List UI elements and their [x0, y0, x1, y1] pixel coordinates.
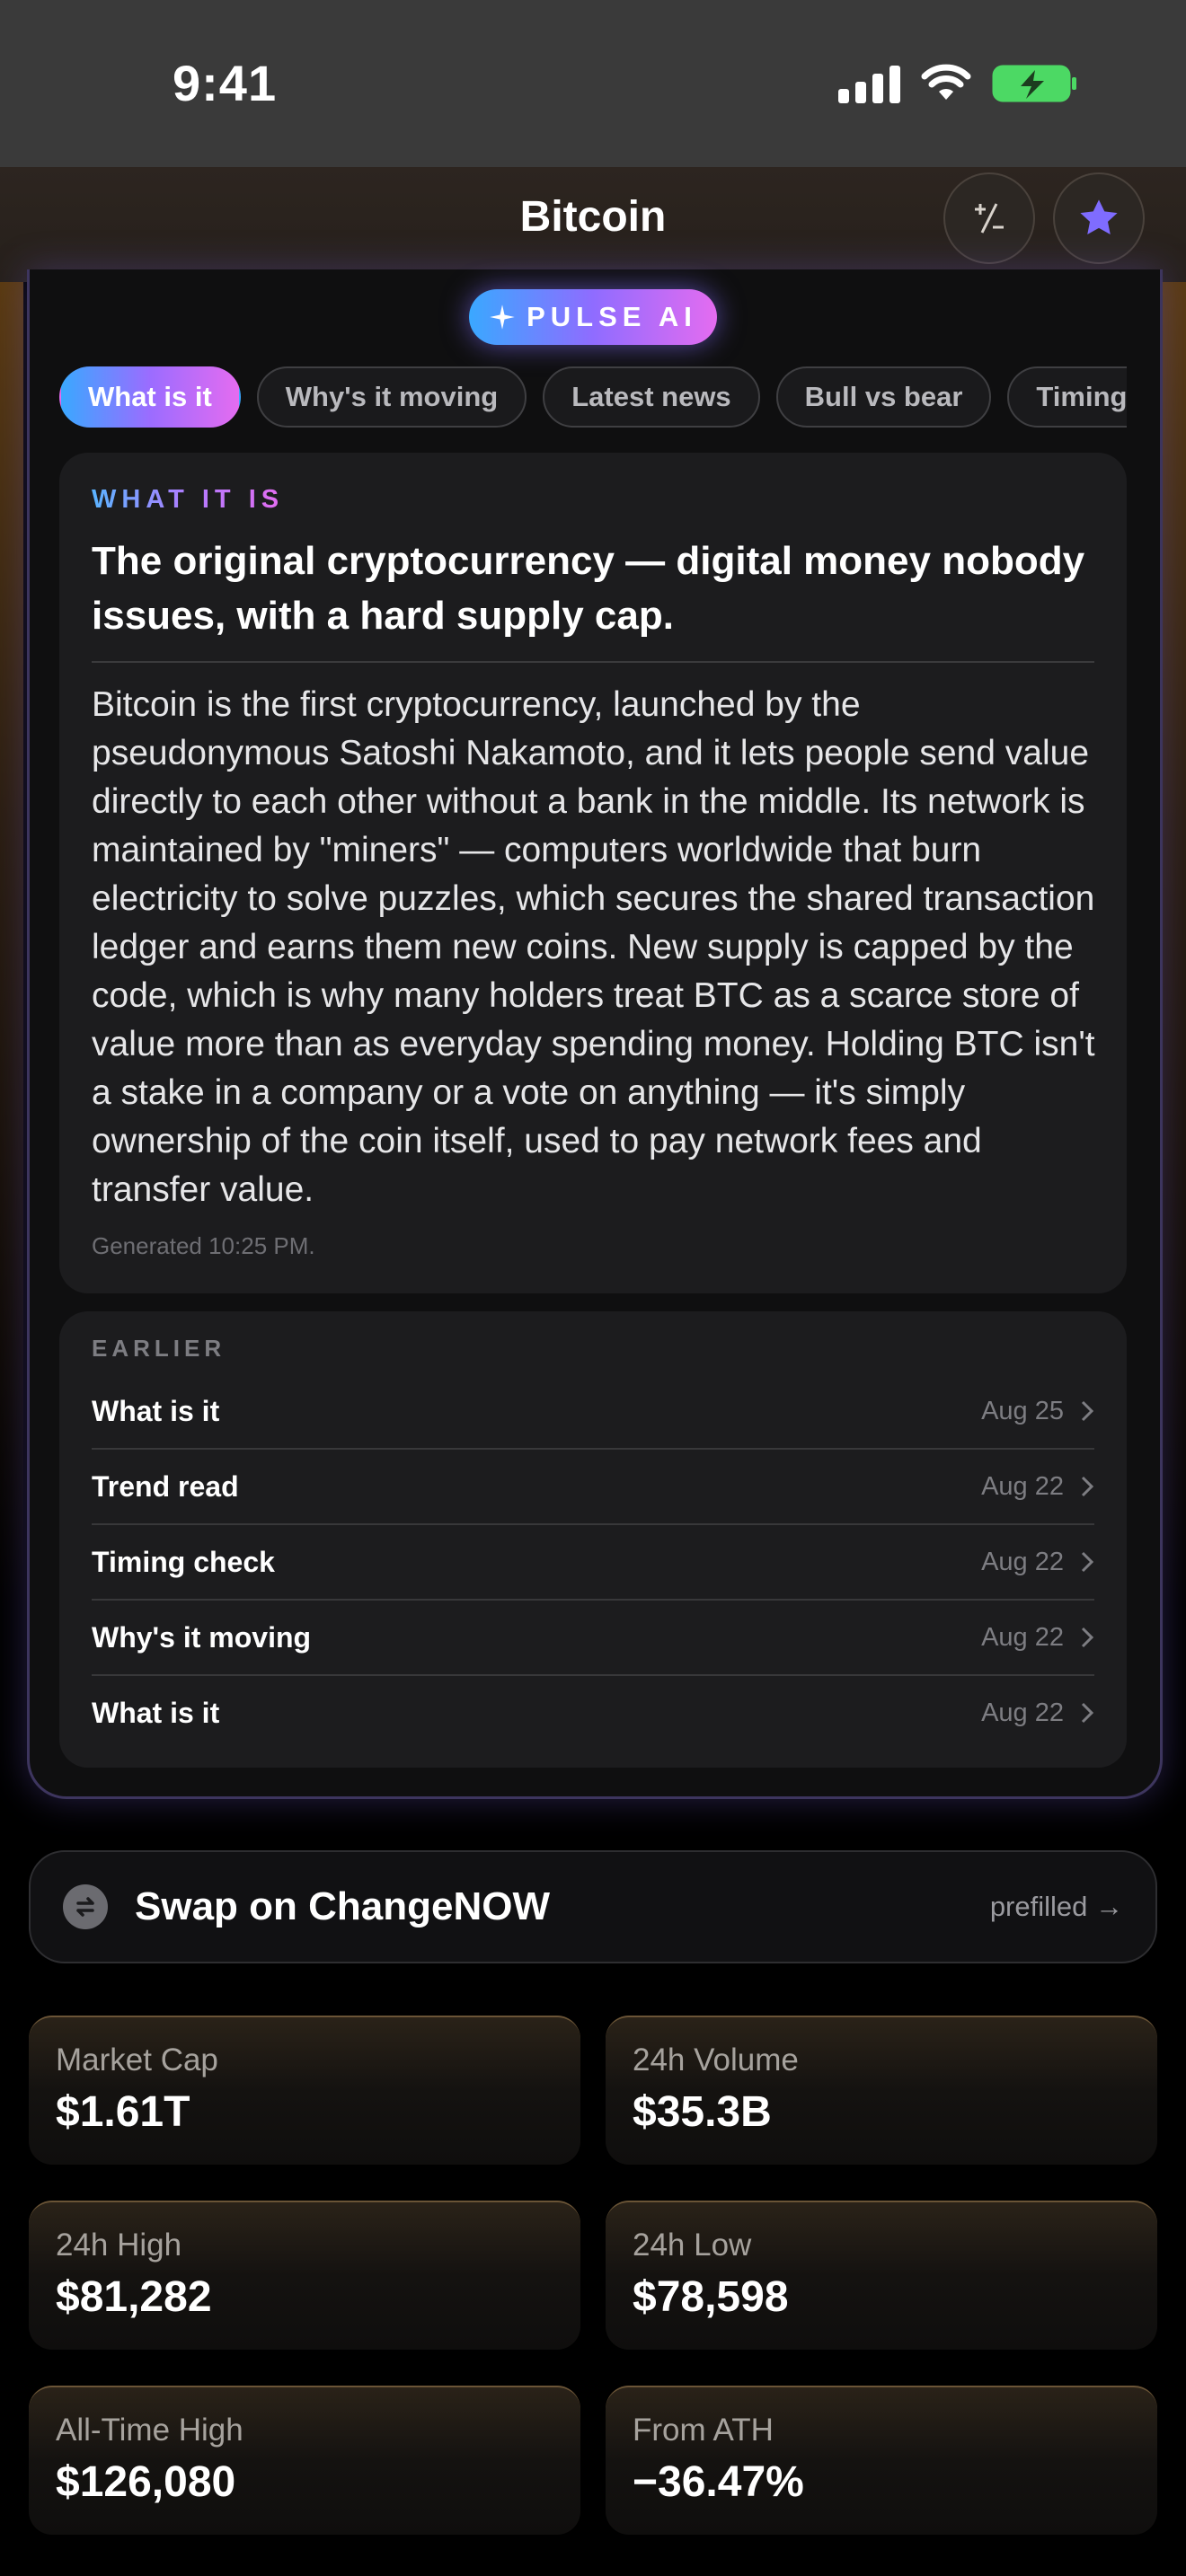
- sparkle-icon: [490, 304, 515, 330]
- stat-24h-high: 24h High $81,282: [29, 2201, 580, 2350]
- stat-value: $78,598: [633, 2273, 789, 2321]
- stat-all-time-high: All-Time High $126,080: [29, 2386, 580, 2535]
- tab-timing-check[interactable]: Timing check: [1007, 366, 1127, 428]
- history-label: What is it: [92, 1696, 220, 1729]
- stat-value: $1.61T: [56, 2088, 190, 2136]
- battery-charging-icon: [992, 65, 1076, 102]
- history-label: What is it: [92, 1394, 220, 1427]
- explanation-text: Bitcoin is the first cryptocurrency, lau…: [92, 685, 1095, 1209]
- history-label: Why's it moving: [92, 1620, 312, 1654]
- history-row[interactable]: Why's it moving Aug 22: [92, 1601, 1094, 1676]
- tab-latest-news[interactable]: Latest news: [543, 366, 760, 428]
- history-label: Timing check: [92, 1545, 275, 1578]
- history-date: Aug 22: [981, 1471, 1064, 1501]
- stat-label: All-Time High: [56, 2413, 243, 2448]
- favorite-button[interactable]: [1053, 172, 1145, 264]
- pulse-ai-label: PULSE AI: [527, 301, 697, 332]
- side-glow-left: [0, 282, 23, 1629]
- history-date: Aug 25: [981, 1396, 1064, 1425]
- history-date: Aug 22: [981, 1698, 1064, 1727]
- chevron-right-icon: [1081, 1702, 1094, 1724]
- tab-what-is-it[interactable]: What is it: [59, 366, 241, 428]
- stat-from-ath: From ATH −36.47%: [606, 2386, 1157, 2535]
- stat-24h-low: 24h Low $78,598: [606, 2201, 1157, 2350]
- tab-whys-it-moving[interactable]: Why's it moving: [256, 366, 527, 428]
- star-icon: [1080, 199, 1118, 234]
- chevron-right-icon: [1081, 1551, 1094, 1573]
- plus-minus-button[interactable]: [943, 172, 1035, 264]
- status-icons: [838, 63, 1078, 104]
- ai-tabs: What is it Why's it moving Latest news B…: [59, 366, 1127, 431]
- headline: The original cryptocurrency — digital mo…: [92, 539, 1085, 638]
- stat-24h-volume: 24h Volume $35.3B: [606, 2016, 1157, 2165]
- stat-label: 24h Volume: [633, 2042, 799, 2078]
- swap-button[interactable]: Swap on ChangeNOW prefilled →: [29, 1850, 1157, 1963]
- stat-label: Market Cap: [56, 2042, 218, 2078]
- history-row[interactable]: What is it Aug 25: [92, 1374, 1094, 1450]
- earlier-label: EARLIER: [92, 1335, 226, 1362]
- side-glow-right: [1163, 282, 1186, 1629]
- chevron-right-icon: [1081, 1400, 1094, 1422]
- stat-value: $126,080: [56, 2458, 236, 2506]
- signal-icon: [838, 64, 900, 103]
- pulse-ai-badge: PULSE AI: [469, 289, 717, 345]
- history-date: Aug 22: [981, 1547, 1064, 1576]
- chevron-right-icon: [1081, 1476, 1094, 1497]
- stat-value: $81,282: [56, 2273, 212, 2321]
- section-eyebrow: WHAT IT IS: [92, 485, 285, 514]
- history-row[interactable]: Timing check Aug 22: [92, 1525, 1094, 1601]
- chevron-right-icon: [1081, 1627, 1094, 1648]
- stat-label: 24h Low: [633, 2228, 752, 2263]
- history-date: Aug 22: [981, 1622, 1064, 1652]
- wifi-icon: [921, 64, 971, 100]
- swap-icon: [63, 1884, 108, 1929]
- swap-prefilled: prefilled →: [989, 1891, 1123, 1922]
- history-row[interactable]: Trend read Aug 22: [92, 1450, 1094, 1525]
- stat-label: From ATH: [633, 2413, 774, 2448]
- divider: [92, 661, 1094, 663]
- stat-market-cap: Market Cap $1.61T: [29, 2016, 580, 2165]
- swap-label: Swap on ChangeNOW: [135, 1884, 550, 1928]
- history-label: Trend read: [92, 1469, 239, 1503]
- tab-bull-vs-bear[interactable]: Bull vs bear: [775, 366, 992, 428]
- history-row[interactable]: What is it Aug 22: [92, 1676, 1094, 1750]
- stat-value: $35.3B: [633, 2088, 772, 2136]
- status-time: 9:41: [173, 55, 278, 111]
- generated-timestamp: Generated 10:25 PM.: [92, 1232, 315, 1259]
- stat-value: −36.47%: [633, 2458, 804, 2506]
- plus-minus-icon: [975, 203, 1004, 234]
- stat-label: 24h High: [56, 2228, 182, 2263]
- history-list: What is it Aug 25 Trend read Aug 22 Timi…: [92, 1374, 1094, 1750]
